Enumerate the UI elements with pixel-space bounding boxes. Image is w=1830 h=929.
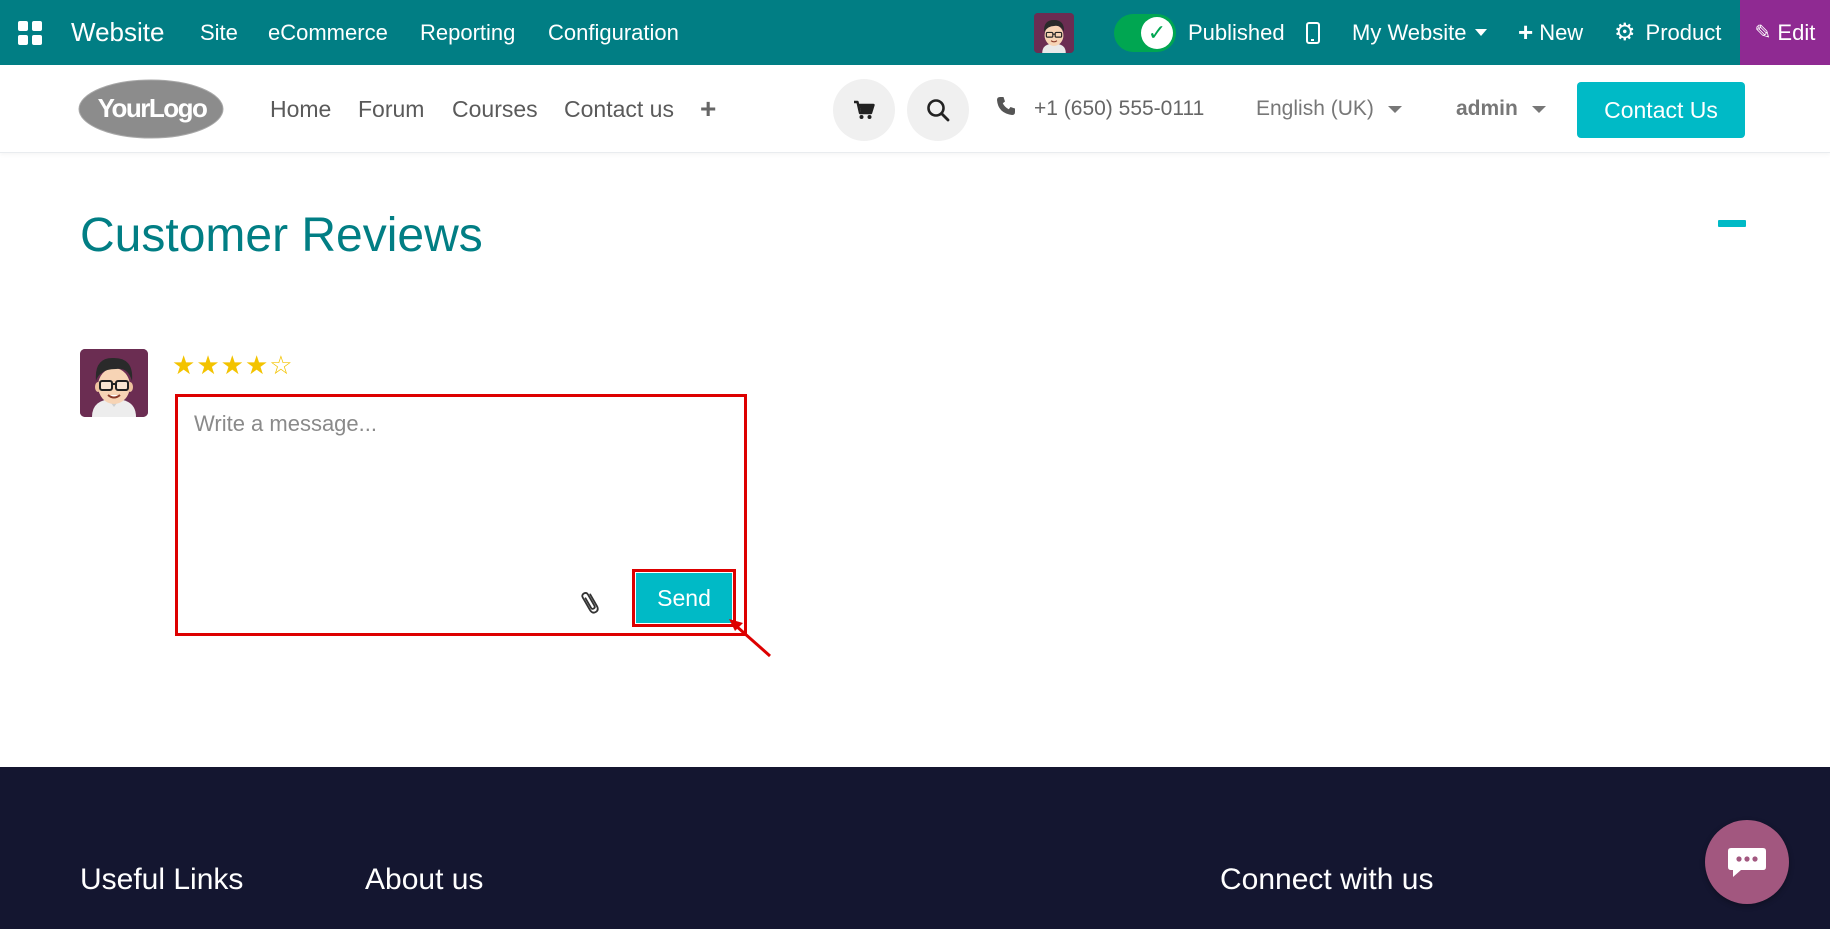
site-logo[interactable]: YourLogo: [78, 79, 224, 139]
logo-text: YourLogo: [97, 93, 208, 123]
check-icon: ✓: [1147, 19, 1167, 45]
new-button[interactable]: + New: [1518, 0, 1583, 65]
avatar: [80, 349, 148, 417]
new-label: New: [1539, 19, 1584, 45]
mobile-preview-icon[interactable]: [1306, 0, 1320, 65]
admin-navbar: Website Site eCommerce Reporting Configu…: [0, 0, 1830, 65]
gear-icon: ⚙: [1614, 19, 1636, 46]
star-rating[interactable]: ★ ★ ★ ★ ☆: [172, 352, 294, 378]
app-brand[interactable]: Website: [71, 0, 164, 65]
collapse-toggle-icon[interactable]: [1718, 220, 1746, 227]
send-highlight: Send: [632, 569, 736, 627]
paperclip-icon[interactable]: [575, 586, 609, 625]
language-label: English (UK): [1256, 97, 1374, 120]
phone-number: +1 (650) 555-0111: [1034, 97, 1205, 120]
website-selector[interactable]: My Website: [1352, 0, 1487, 65]
published-switch[interactable]: ✓: [1114, 13, 1176, 52]
chevron-down-icon: [1474, 29, 1487, 36]
footer-heading-about-us: About us: [365, 863, 484, 896]
add-menu-plus-icon[interactable]: +: [700, 65, 716, 153]
phone-contact[interactable]: +1 (650) 555-0111: [996, 65, 1204, 153]
apps-menu-icon[interactable]: [18, 0, 42, 65]
star-5-empty-icon[interactable]: ☆: [269, 352, 292, 378]
chat-icon: [1728, 848, 1766, 877]
nav-courses[interactable]: Courses: [452, 65, 538, 153]
chevron-down-icon: [1531, 105, 1546, 113]
nav-contact-us[interactable]: Contact us: [564, 65, 674, 153]
live-chat-button[interactable]: [1705, 820, 1789, 904]
admin-avatar[interactable]: [1034, 0, 1074, 65]
menu-configuration[interactable]: Configuration: [548, 0, 679, 65]
chevron-down-icon: [1387, 105, 1402, 113]
nav-forum[interactable]: Forum: [358, 65, 424, 153]
star-3-icon[interactable]: ★: [221, 352, 244, 378]
website-header: YourLogo Home Forum Courses Contact us +…: [0, 65, 1830, 153]
star-1-icon[interactable]: ★: [172, 352, 195, 378]
product-label: Product: [1645, 19, 1722, 45]
nav-home[interactable]: Home: [270, 65, 331, 153]
pencil-icon: ✎: [1754, 22, 1772, 44]
send-button[interactable]: Send: [636, 573, 732, 623]
edit-button[interactable]: ✎ Edit: [1740, 0, 1830, 65]
star-2-icon[interactable]: ★: [196, 352, 219, 378]
footer-heading-connect: Connect with us: [1220, 863, 1434, 896]
search-button[interactable]: [907, 79, 969, 141]
search-icon: [927, 99, 950, 122]
site-footer: Useful Links About us Connect with us: [0, 767, 1830, 929]
annotation-arrow-icon: [729, 619, 771, 658]
menu-site[interactable]: Site: [200, 0, 238, 65]
cart-button[interactable]: [833, 79, 895, 141]
star-4-icon[interactable]: ★: [245, 352, 268, 378]
cart-icon: [854, 100, 875, 119]
publish-toggle[interactable]: ✓ Published: [1114, 0, 1285, 65]
footer-heading-useful-links: Useful Links: [80, 863, 244, 896]
message-input[interactable]: [178, 397, 744, 567]
contact-us-button[interactable]: Contact Us: [1577, 82, 1745, 138]
edit-label: Edit: [1777, 19, 1816, 45]
plus-icon: +: [1518, 17, 1534, 47]
user-name: admin: [1456, 97, 1518, 120]
user-menu[interactable]: admin: [1456, 65, 1546, 153]
language-selector[interactable]: English (UK): [1256, 65, 1402, 153]
product-button[interactable]: ⚙ Product: [1614, 0, 1721, 65]
menu-ecommerce[interactable]: eCommerce: [268, 0, 388, 65]
published-label: Published: [1188, 19, 1285, 45]
page-title: Customer Reviews: [80, 209, 483, 262]
review-composer: Send: [175, 394, 747, 636]
phone-icon: [996, 96, 1016, 122]
menu-reporting[interactable]: Reporting: [420, 0, 515, 65]
website-selector-label: My Website: [1352, 19, 1467, 45]
